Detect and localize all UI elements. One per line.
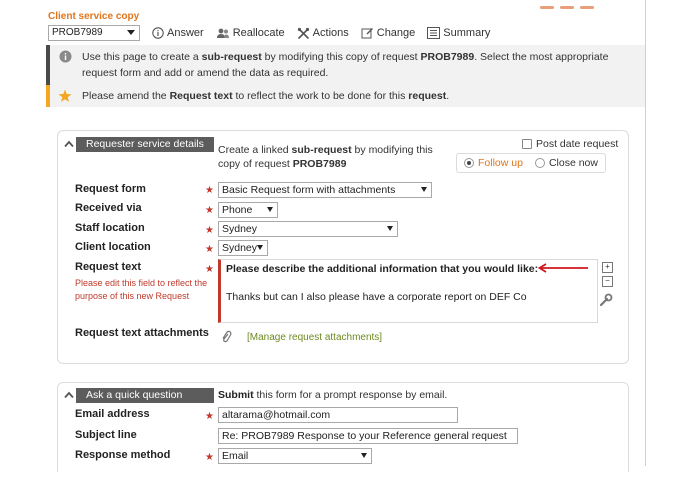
reallocate-label: Reallocate (232, 27, 285, 39)
required-star: ★ (205, 411, 214, 422)
quick-question-header[interactable]: Ask a quick question (76, 388, 214, 403)
chevron-down-icon (267, 207, 273, 212)
expand-textarea-button[interactable]: + (602, 262, 613, 273)
chevron-down-icon (421, 187, 427, 192)
required-star: ★ (205, 225, 214, 236)
required-star: ★ (205, 264, 214, 275)
request-form-select[interactable]: Basic Request form with attachments (218, 182, 432, 198)
received-via-value: Phone (222, 204, 253, 216)
client-location-value: Sydney (222, 242, 258, 254)
page-right-border (645, 0, 646, 466)
subject-line-label: Subject line (75, 429, 137, 441)
chevron-down-icon (127, 30, 135, 35)
linked-request-text: Create a linked sub-request by modifying… (218, 144, 433, 170)
shrink-textarea-button[interactable]: − (602, 276, 613, 287)
top-decoration (540, 0, 620, 9)
post-date-label: Post date request (536, 138, 619, 150)
response-method-value: Email (222, 450, 249, 462)
client-location-label: Client location (75, 241, 151, 253)
required-star: ★ (205, 205, 214, 216)
request-text-body: Thanks but can I also please have a corp… (226, 291, 527, 303)
required-star: ★ (205, 452, 214, 463)
request-text-hint: Please edit this field to reflect the pu… (75, 278, 208, 301)
staff-location-select[interactable]: Sydney (218, 221, 398, 237)
follow-up-label: Follow up (478, 157, 523, 169)
email-field[interactable]: altarama@hotmail.com (218, 407, 458, 423)
answer-label: Answer (167, 27, 204, 39)
info-circle-icon (152, 27, 164, 39)
star-icon (58, 89, 72, 106)
request-text-label: Request text (75, 261, 142, 273)
wrench-icon[interactable] (599, 293, 613, 307)
request-form-value: Basic Request form with attachments (222, 184, 396, 196)
request-form-label: Request form (75, 183, 146, 195)
required-star: ★ (205, 244, 214, 255)
info-notice: Use this page to create a sub-request by… (46, 45, 645, 85)
tools-icon (297, 27, 309, 39)
amend-notice-text: Please amend the Request text to reflect… (82, 90, 450, 102)
change-button[interactable]: Change (361, 27, 416, 40)
manage-attachments-link[interactable]: [Manage request attachments] (247, 332, 382, 343)
page-title: Client service copy (48, 11, 140, 22)
edit-icon (361, 27, 373, 38)
response-method-select[interactable]: Email (218, 448, 372, 464)
paperclip-icon (222, 330, 232, 343)
actions-button[interactable]: Actions (297, 27, 349, 40)
staff-location-label: Staff location (75, 222, 145, 234)
toolbar: PROB7989 Answer Reallocate Actions Chang… (48, 24, 490, 42)
quick-question-description: Submit this form for a prompt response b… (218, 389, 448, 401)
subject-value: Re: PROB7989 Response to your Reference … (222, 430, 507, 442)
email-value: altarama@hotmail.com (222, 409, 331, 421)
answer-button[interactable]: Answer (152, 27, 204, 39)
required-star: ★ (205, 185, 214, 196)
chevron-down-icon (361, 453, 367, 458)
status-radio-group: Follow up Close now (456, 153, 606, 173)
staff-location-value: Sydney (222, 223, 258, 235)
received-via-label: Received via (75, 202, 142, 214)
requester-section-header[interactable]: Requester service details (76, 137, 214, 152)
post-date-checkbox[interactable]: Post date request (522, 138, 618, 150)
amend-notice: Please amend the Request text to reflect… (46, 85, 645, 107)
actions-label: Actions (312, 27, 349, 39)
arrow-left-icon (538, 263, 588, 273)
chevron-down-icon (257, 245, 263, 250)
subject-field[interactable]: Re: PROB7989 Response to your Reference … (218, 428, 518, 444)
summary-button[interactable]: Summary (427, 27, 490, 39)
close-now-label: Close now (548, 157, 598, 169)
request-select[interactable]: PROB7989 (48, 25, 140, 41)
client-location-select[interactable]: Sydney (218, 240, 268, 256)
chevron-up-icon[interactable] (64, 391, 74, 399)
chevron-up-icon[interactable] (64, 140, 74, 148)
change-label: Change (376, 27, 416, 39)
info-notice-text: Use this page to create a sub-request by… (82, 51, 609, 79)
close-now-radio[interactable] (534, 158, 545, 168)
checkbox-box (522, 139, 532, 149)
attachments-label: Request text attachments (75, 327, 209, 339)
chevron-down-icon (387, 226, 393, 231)
reallocate-button[interactable]: Reallocate (216, 27, 285, 39)
follow-up-radio[interactable] (464, 158, 474, 168)
email-address-label: Email address (75, 408, 150, 420)
request-select-value: PROB7989 (52, 27, 103, 38)
list-icon (427, 27, 441, 39)
info-icon (59, 50, 72, 66)
users-icon (216, 28, 229, 38)
received-via-select[interactable]: Phone (218, 202, 278, 218)
response-method-label: Response method (75, 449, 171, 461)
summary-label: Summary (443, 27, 491, 39)
